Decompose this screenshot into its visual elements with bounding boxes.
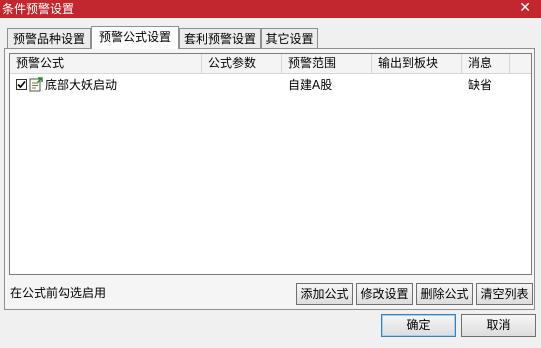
column-header-formula[interactable]: 预警公式 — [10, 54, 202, 73]
formula-name: 底部大妖启动 — [45, 78, 118, 92]
close-icon[interactable]: ✕ — [519, 0, 531, 17]
column-header-output-block[interactable]: 输出到板块 — [372, 54, 462, 73]
formula-settings-panel: 预警公式 公式参数 预警范围 输出到板块 消息 底部大妖启动 自建A股 缺省 — [4, 48, 535, 310]
tab-other-settings[interactable]: 其它设置 — [261, 28, 318, 48]
warning-range: 自建A股 — [288, 78, 333, 92]
title-bar: 条件预警设置 ✕ — [0, 0, 541, 18]
formula-icon — [29, 77, 43, 92]
table-row[interactable]: 底部大妖启动 自建A股 缺省 — [10, 76, 531, 94]
enable-checkbox[interactable] — [16, 79, 27, 90]
column-header-message[interactable]: 消息 — [462, 54, 510, 73]
delete-formula-button[interactable]: 删除公式 — [416, 283, 473, 305]
enable-hint-label: 在公式前勾选启用 — [10, 286, 107, 300]
list-header: 预警公式 公式参数 预警范围 输出到板块 消息 — [10, 54, 531, 74]
ok-button[interactable]: 确定 — [381, 314, 456, 337]
column-header-range[interactable]: 预警范围 — [282, 54, 372, 73]
column-header-params[interactable]: 公式参数 — [202, 54, 282, 73]
add-formula-button[interactable]: 添加公式 — [296, 283, 353, 305]
message-value: 缺省 — [468, 78, 493, 92]
checkmark-icon — [17, 80, 26, 89]
formula-list[interactable]: 预警公式 公式参数 预警范围 输出到板块 消息 底部大妖启动 自建A股 缺省 — [9, 53, 532, 275]
tab-formula-settings[interactable]: 预警公式设置 — [91, 26, 179, 49]
window-title: 条件预警设置 — [2, 2, 75, 16]
clear-list-button[interactable]: 清空列表 — [476, 283, 533, 305]
cancel-button[interactable]: 取消 — [461, 314, 536, 337]
modify-settings-button[interactable]: 修改设置 — [356, 283, 413, 305]
tab-arbitrage-settings[interactable]: 套利预警设置 — [179, 28, 261, 48]
tab-variety-settings[interactable]: 预警品种设置 — [7, 28, 91, 48]
